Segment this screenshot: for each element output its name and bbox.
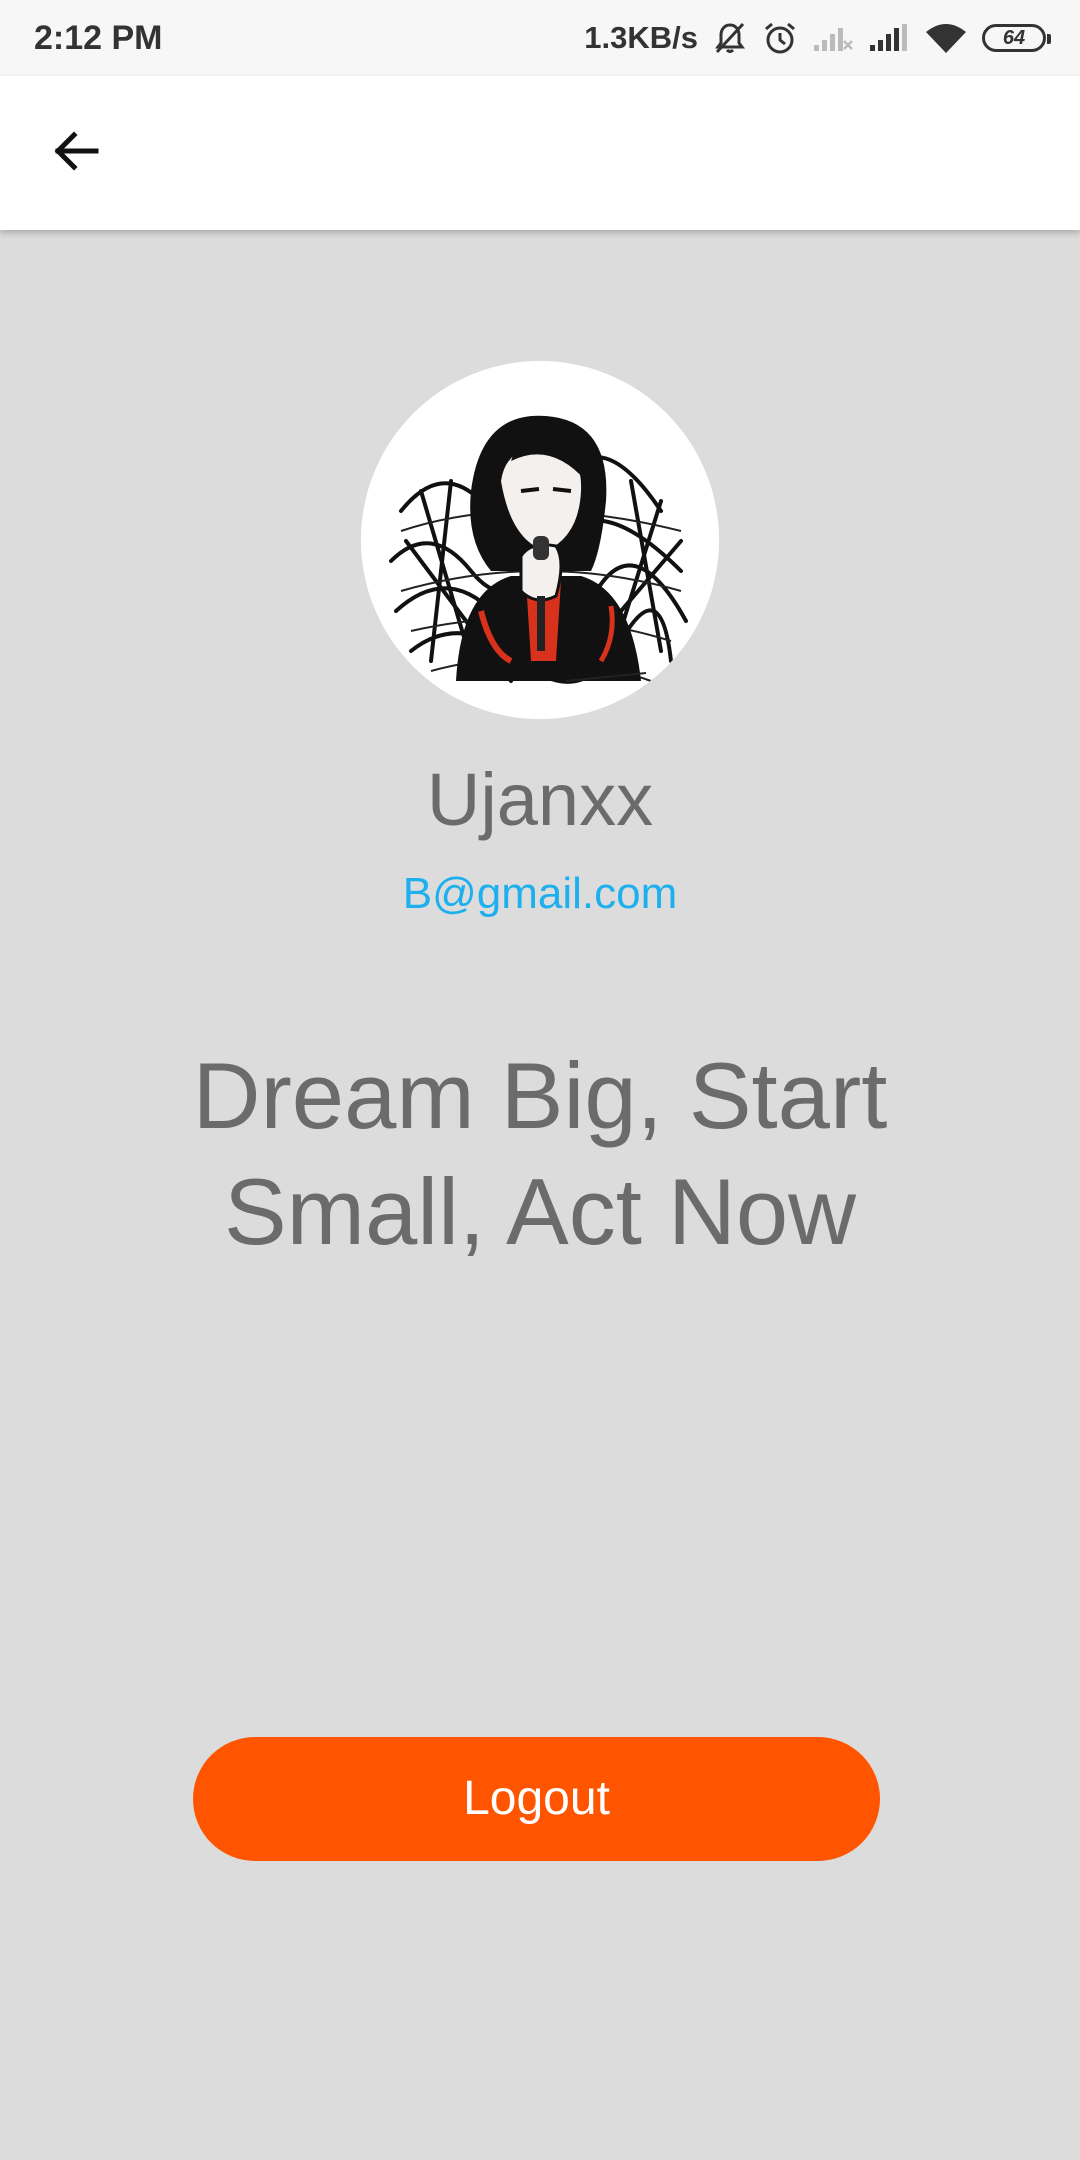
battery-level: 64 bbox=[1002, 26, 1026, 49]
arrow-left-icon bbox=[50, 125, 102, 182]
status-bar: 2:12 PM 1.3KB/s 64 bbox=[0, 0, 1080, 76]
signal-weak-icon bbox=[812, 23, 854, 53]
wifi-icon bbox=[924, 21, 968, 55]
battery-icon: 64 bbox=[982, 24, 1051, 52]
status-icons: 1.3KB/s 64 bbox=[584, 14, 1051, 62]
profile-quote: Dream Big, Start Small, Act Now bbox=[192, 1043, 888, 1264]
signal-icon bbox=[868, 23, 910, 53]
network-speed: 1.3KB/s bbox=[584, 20, 698, 55]
profile-name: Ujanxx bbox=[426, 758, 654, 841]
avatar bbox=[361, 361, 719, 719]
profile-email: B@gmail.com bbox=[402, 869, 678, 918]
back-button[interactable] bbox=[40, 117, 112, 189]
app-bar bbox=[0, 76, 1080, 230]
logout-button[interactable]: Logout bbox=[193, 1737, 880, 1861]
status-time: 2:12 PM bbox=[34, 19, 163, 57]
alarm-icon bbox=[762, 20, 798, 56]
mute-bell-icon bbox=[712, 20, 748, 56]
